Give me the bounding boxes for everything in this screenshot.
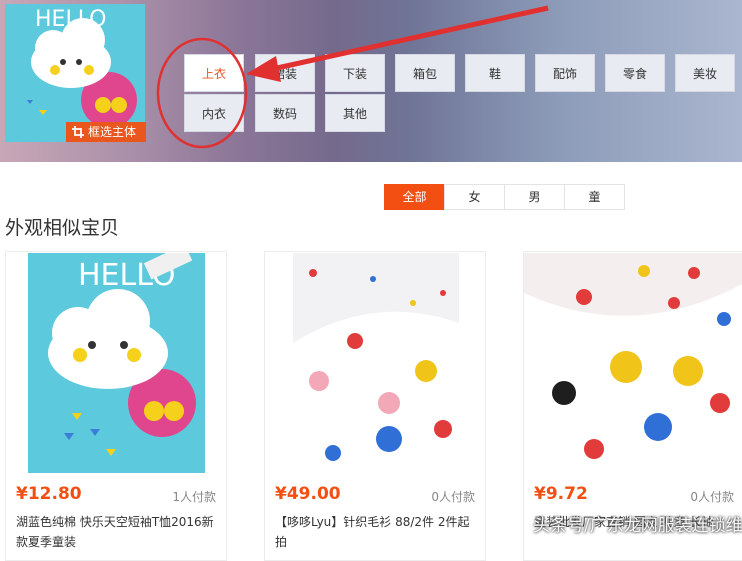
category-bags[interactable]: 箱包	[395, 54, 455, 92]
category-cosmetics[interactable]: 美妆	[675, 54, 735, 92]
category-shoes[interactable]: 鞋	[465, 54, 525, 92]
product-title[interactable]: 【哆哆Lyu】针织毛衫 88/2件 2件起拍	[275, 512, 477, 552]
polka-dot-fabric-image	[293, 253, 459, 473]
filter-tab-women[interactable]: 女	[444, 184, 505, 210]
product-buyer-count: 1人付款	[172, 490, 216, 504]
product-buyer-count: 0人付款	[431, 490, 475, 504]
polka-dot-fabric-image	[524, 253, 742, 473]
product-card[interactable]: ¥49.00 0人付款 【哆哆Lyu】针织毛衫 88/2件 2件起拍	[264, 251, 486, 561]
watermark-text: 头条号/广东龙网服装连锁维	[533, 516, 742, 536]
category-accessories[interactable]: 配饰	[535, 54, 595, 92]
product-image[interactable]: HELLO	[28, 253, 205, 473]
category-digital[interactable]: 数码	[255, 94, 315, 132]
product-image[interactable]	[293, 253, 459, 473]
product-title[interactable]: 湖蓝色纯棉 快乐天空短袖T恤2016新款夏季童装	[16, 512, 218, 552]
filter-tab-kids[interactable]: 童	[564, 184, 625, 210]
product-card[interactable]: HELLO ¥12.80 1人付款 湖蓝色纯棉 快乐天空短袖T恤2016新款夏季…	[5, 251, 227, 561]
category-bottoms[interactable]: 下装	[325, 54, 385, 92]
crop-subject-button[interactable]: 框选主体	[66, 122, 146, 142]
filter-tab-all[interactable]: 全部	[384, 184, 445, 210]
product-price: ¥49.00	[275, 484, 341, 504]
product-price: ¥9.72	[534, 484, 588, 504]
section-title: 外观相似宝贝	[5, 217, 120, 239]
category-snacks[interactable]: 零食	[605, 54, 665, 92]
crop-icon	[72, 126, 84, 138]
category-underwear[interactable]: 内衣	[184, 94, 244, 132]
category-other[interactable]: 其他	[325, 94, 385, 132]
category-skirts[interactable]: 裙装	[255, 54, 315, 92]
product-image[interactable]	[524, 253, 742, 473]
category-tops[interactable]: 上衣	[184, 54, 244, 92]
filter-tab-men[interactable]: 男	[504, 184, 565, 210]
product-price: ¥12.80	[16, 484, 82, 504]
audience-filter-tabs: 全部 女 男 童	[384, 184, 625, 210]
cloud-shirt-image: HELLO	[28, 253, 205, 473]
crop-subject-label: 框选主体	[88, 125, 137, 139]
product-buyer-count: 0人付款	[690, 490, 734, 504]
